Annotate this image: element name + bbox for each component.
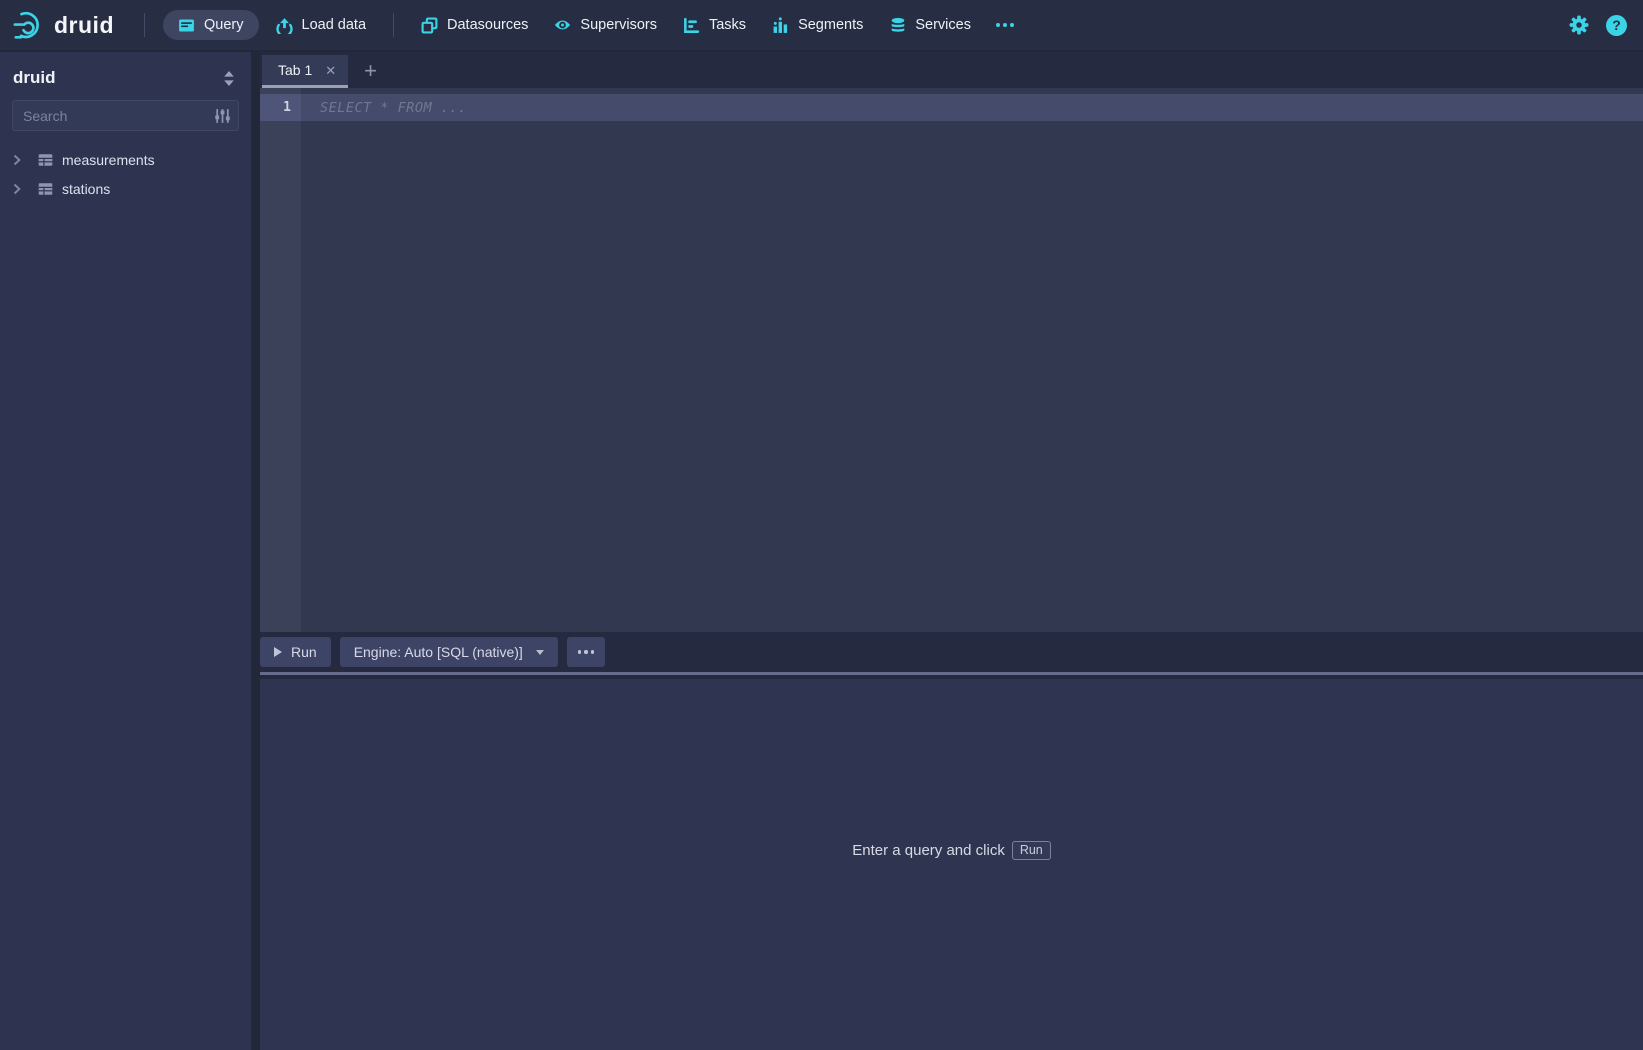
double-caret-vertical-icon[interactable] [223,70,235,87]
nav-item-services-label: Services [915,17,971,33]
nav-item-load-data[interactable]: Load data [263,0,380,50]
dot [591,650,595,654]
table-icon [37,181,54,197]
database-icon [889,17,906,34]
tab-label: Tab 1 [278,62,312,78]
more-menu-icon[interactable] [984,23,1026,27]
editor-placeholder: SELECT * FROM ... [320,100,467,116]
settings-gear-icon[interactable] [1568,14,1590,36]
nav-item-datasources-label: Datasources [447,17,528,33]
eye-icon [554,17,571,34]
query-editor[interactable]: 1 SELECT * FROM ... [260,88,1643,632]
run-button[interactable]: Run [260,637,331,667]
chevron-right-icon[interactable] [12,183,22,195]
run-button-label: Run [291,644,317,660]
nav-item-load-data-label: Load data [302,17,367,33]
table-icon [37,152,54,168]
druid-logo-icon [12,8,46,42]
datasource-tree: measurements stations [0,141,251,207]
search-input[interactable] [13,101,238,130]
search-row [0,100,251,141]
query-more-button[interactable] [567,637,606,667]
workspace: druid [0,50,1643,1050]
nav-item-segments[interactable]: Segments [759,0,876,50]
nav-item-supervisors-label: Supervisors [580,17,657,33]
run-bar: Run Engine: Auto [SQL (native)] [260,632,1643,672]
column-filter-icon[interactable] [214,107,231,125]
nav-item-tasks-label: Tasks [709,17,746,33]
sidebar-main-gap [251,52,260,1050]
tree-item-measurements[interactable]: measurements [0,145,251,174]
nav-item-query[interactable]: Query [163,10,259,40]
nav-item-datasources[interactable]: Datasources [408,0,541,50]
druid-wordmark: druid [54,12,114,39]
query-icon [178,17,195,34]
tree-item-label: measurements [62,152,155,168]
dot [578,650,582,654]
empty-results-message: Enter a query and click Run [852,841,1051,860]
top-navbar: druid Query Load data Da [0,0,1643,50]
editor-gutter [260,88,301,632]
empty-results-text: Enter a query and click [852,842,1005,859]
run-kbd-hint: Run [1012,841,1051,860]
chevron-right-icon[interactable] [12,154,22,166]
nav-item-tasks[interactable]: Tasks [670,0,759,50]
search-box [12,100,239,131]
datasources-icon [421,17,438,34]
engine-select-button[interactable]: Engine: Auto [SQL (native)] [340,637,558,667]
line-number: 1 [260,94,301,121]
tabstrip: Tab 1 ✕ + [260,52,1643,88]
nav-item-query-label: Query [204,17,244,33]
tree-item-stations[interactable]: stations [0,174,251,203]
chevron-down-icon [536,650,544,655]
help-icon[interactable]: ? [1606,15,1627,36]
editor-active-line: 1 SELECT * FROM ... [260,94,1643,121]
play-icon [274,647,282,657]
schema-sidebar: druid [0,52,251,1050]
schema-title: druid [13,68,56,88]
navbar-divider [393,13,394,37]
bar-chart-icon [772,17,789,34]
nav-item-segments-label: Segments [798,17,863,33]
engine-select-label: Engine: Auto [SQL (native)] [354,644,523,660]
close-tab-icon[interactable]: ✕ [325,64,336,77]
dot [584,650,588,654]
druid-logo[interactable]: druid [12,8,114,42]
navbar-divider [144,13,145,37]
add-tab-icon[interactable]: + [364,60,377,82]
tab-tab1[interactable]: Tab 1 ✕ [262,55,348,88]
schema-header: druid [0,52,251,100]
nav-item-supervisors[interactable]: Supervisors [541,0,670,50]
query-main: Tab 1 ✕ + 1 SELECT * FROM ... Run Engine… [260,52,1643,1050]
upload-icon [276,17,293,34]
tree-item-label: stations [62,181,110,197]
gantt-icon [683,17,700,34]
nav-item-services[interactable]: Services [876,0,984,50]
results-panel: Enter a query and click Run [260,675,1643,1050]
